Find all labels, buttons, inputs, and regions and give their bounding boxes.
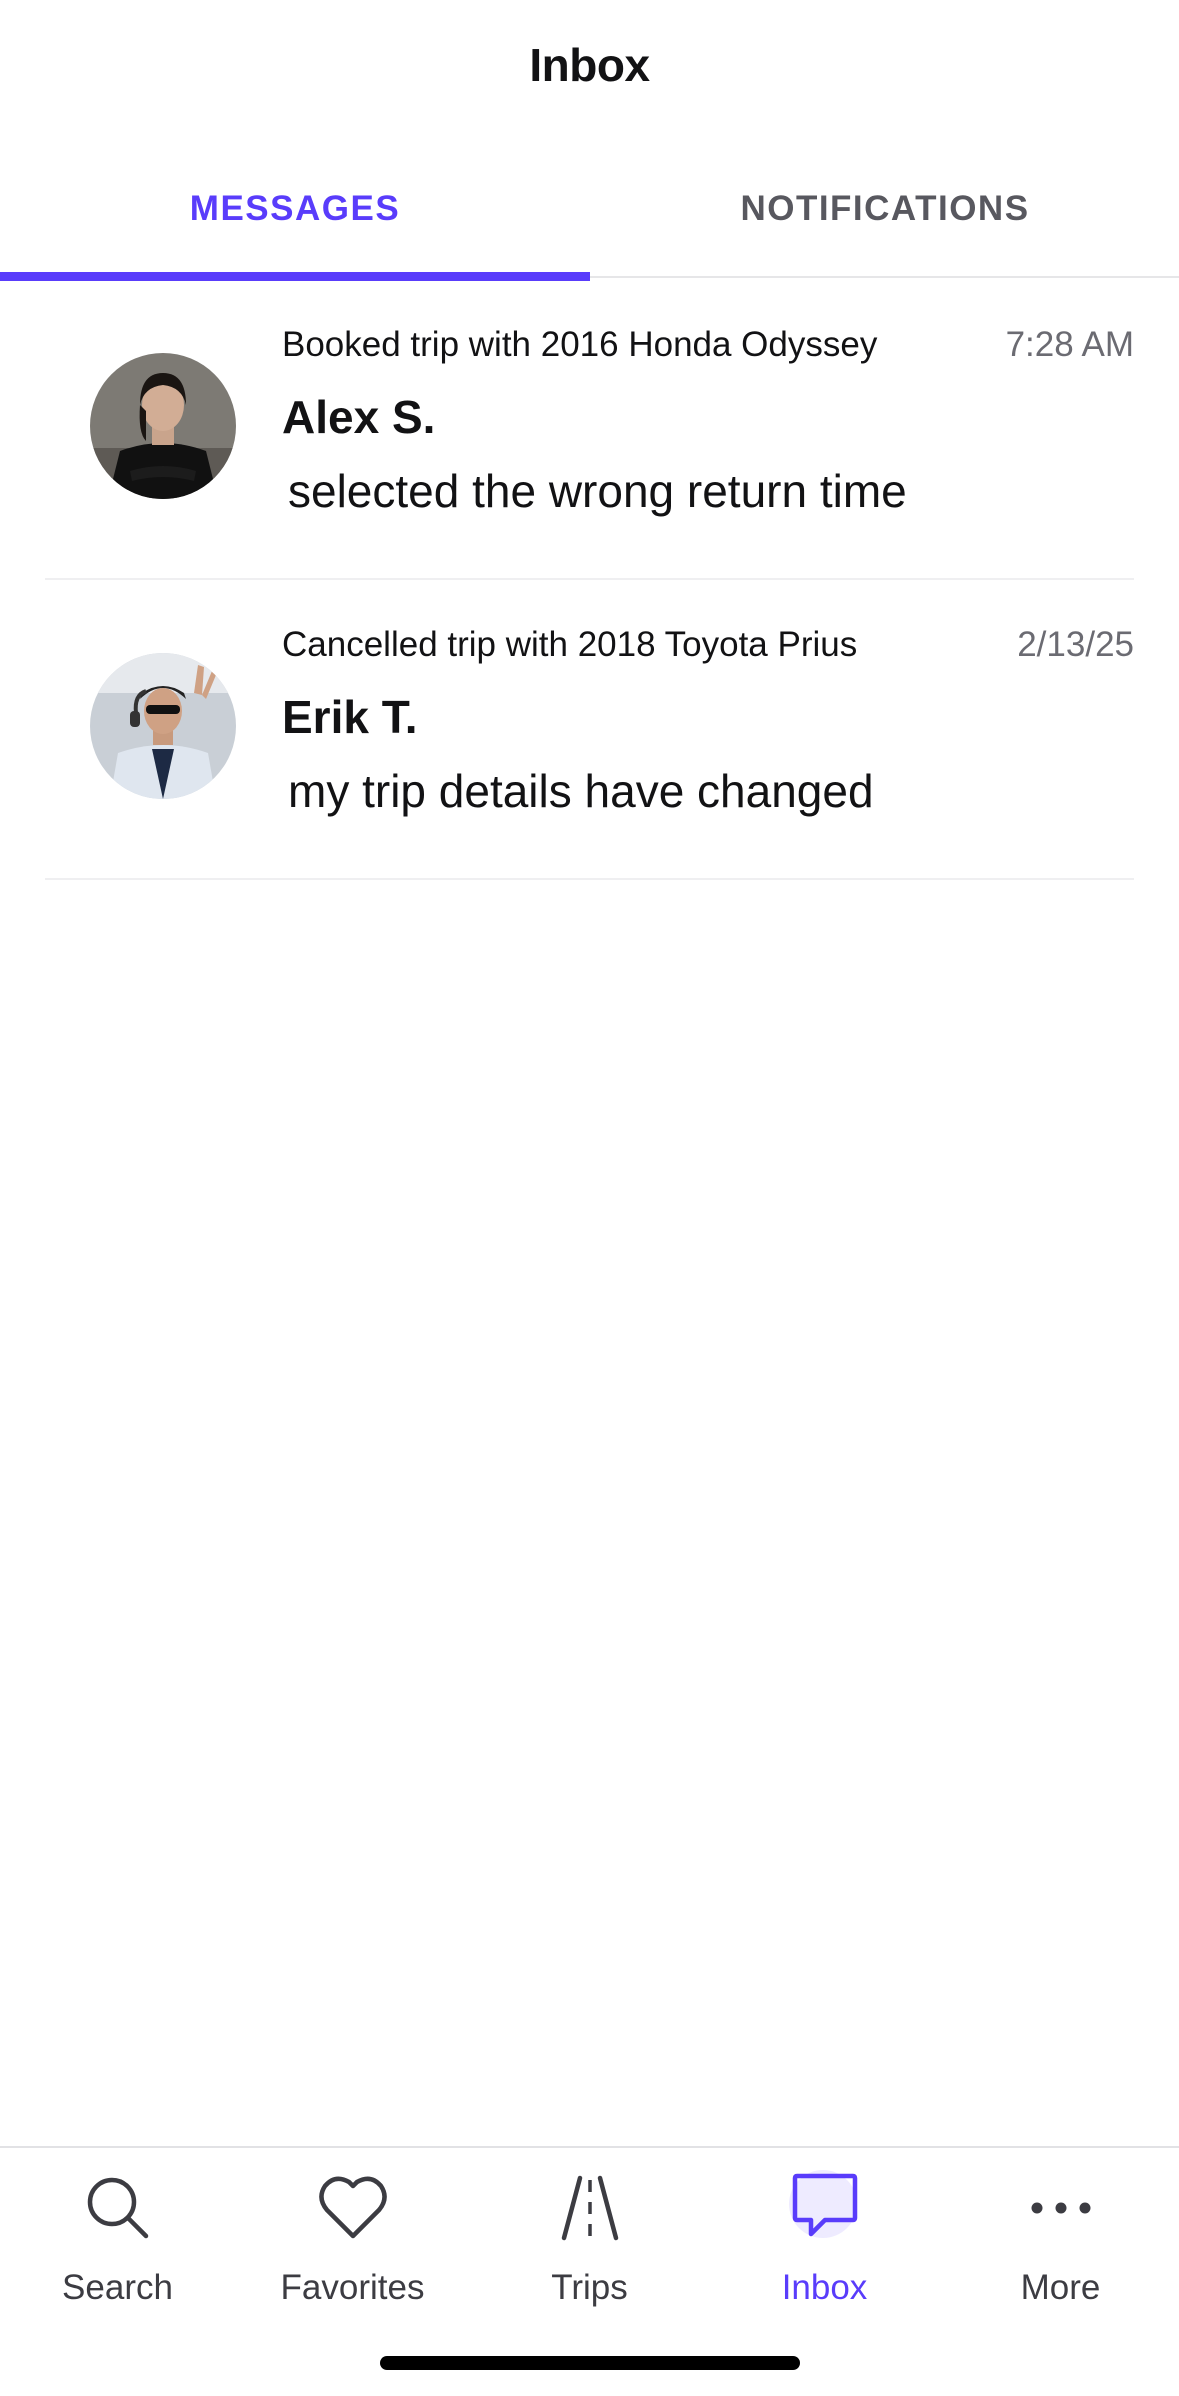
road-icon <box>561 2175 618 2241</box>
tab-search[interactable]: Search <box>0 2148 235 2348</box>
avatar <box>90 353 236 499</box>
tab-trips[interactable]: Trips <box>472 2148 707 2348</box>
chat-bubble-icon <box>788 2170 857 2238</box>
tab-notifications[interactable]: NOTIFICATIONS <box>590 140 1179 278</box>
search-icon <box>87 2177 148 2239</box>
message-row-alex[interactable]: Booked trip with 2016 Honda Odyssey 7:28… <box>45 280 1134 580</box>
header: Inbox <box>0 0 1179 140</box>
tab-search-label: Search <box>62 2268 173 2307</box>
tab-notifications-label: NOTIFICATIONS <box>740 189 1030 228</box>
message-timestamp: 7:28 AM <box>1005 325 1134 364</box>
more-dots-icon <box>1031 2202 1090 2214</box>
message-timestamp: 2/13/25 <box>1017 625 1134 664</box>
tab-inbox-label: Inbox <box>781 2268 868 2307</box>
tab-trips-label: Trips <box>551 2268 628 2307</box>
sender-name: Alex S. <box>282 391 436 443</box>
message-preview: my trip details have changed <box>288 765 874 817</box>
tab-messages-label: MESSAGES <box>189 189 401 228</box>
tab-favorites-label: Favorites <box>280 2268 425 2307</box>
home-indicator <box>380 2356 800 2370</box>
tab-favorites[interactable]: Favorites <box>235 2148 470 2348</box>
sender-name: Erik T. <box>282 691 418 743</box>
tab-more[interactable]: More <box>943 2148 1178 2348</box>
trip-summary: Booked trip with 2016 Honda Odyssey <box>282 325 878 364</box>
tab-more-label: More <box>1020 2268 1101 2307</box>
avatar <box>90 653 236 799</box>
trip-summary: Cancelled trip with 2018 Toyota Prius <box>282 625 858 664</box>
tab-messages[interactable]: MESSAGES <box>0 140 590 281</box>
heart-icon <box>318 2176 387 2239</box>
inbox-tabs: MESSAGES NOTIFICATIONS <box>0 140 1179 281</box>
page-title: Inbox <box>529 39 650 91</box>
tab-inbox[interactable]: Inbox <box>707 2148 942 2348</box>
message-preview: selected the wrong return time <box>288 465 907 517</box>
message-row-erik[interactable]: Cancelled trip with 2018 Toyota Prius 2/… <box>45 580 1134 880</box>
message-list: Booked trip with 2016 Honda Odyssey 7:28… <box>0 280 1179 880</box>
